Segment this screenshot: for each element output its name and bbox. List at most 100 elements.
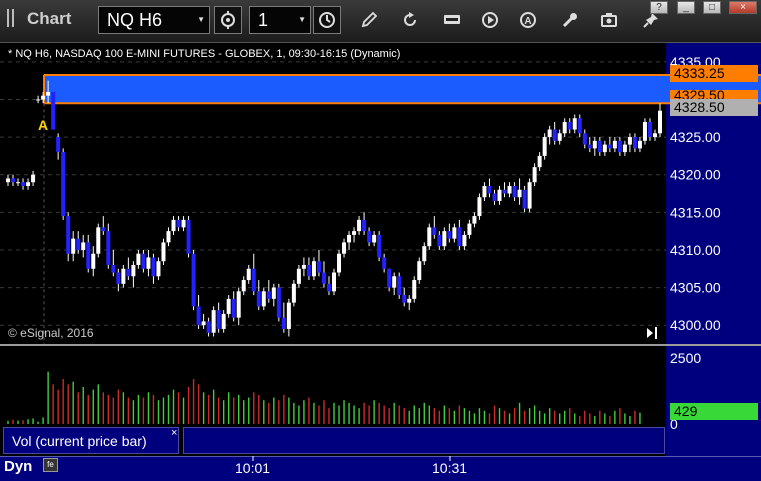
candle-body	[311, 261, 316, 277]
current-volume-label: 429	[670, 403, 758, 420]
candle-body	[276, 287, 281, 318]
candle-body	[296, 268, 301, 284]
candle-body	[562, 122, 567, 134]
candle-body	[126, 268, 131, 277]
candle-body	[402, 295, 407, 303]
candle-body	[392, 276, 397, 288]
candle-body	[427, 227, 432, 247]
candle-body	[617, 140, 622, 153]
candle-body	[512, 185, 517, 198]
candle-body	[382, 257, 387, 269]
candle-body	[407, 298, 412, 303]
candle-body	[552, 129, 557, 141]
candle-body	[71, 238, 76, 254]
candle-body	[622, 144, 627, 153]
time-tick-label: 10:31	[432, 460, 467, 476]
candle-body	[196, 306, 201, 326]
candle-body	[56, 137, 61, 153]
candle-body	[477, 197, 482, 217]
candle-body	[537, 155, 542, 168]
candle-body	[146, 257, 151, 269]
candle-body	[602, 144, 607, 153]
candle-body	[231, 298, 236, 318]
candle-body	[41, 95, 46, 100]
price-tick-label: 4305.00	[670, 280, 721, 296]
volume-tick-label: 2500	[670, 350, 701, 366]
candle-body	[131, 264, 136, 277]
candle-body	[176, 219, 181, 228]
candle-body	[532, 167, 537, 183]
candle-body	[106, 231, 111, 265]
candle-body	[647, 122, 652, 138]
candle-body	[76, 238, 81, 250]
candle-body	[111, 264, 116, 273]
candle-body	[216, 310, 221, 329]
candle-body	[367, 231, 372, 243]
price-tick-label: 4315.00	[670, 204, 721, 220]
candle-body	[206, 321, 211, 333]
copyright-text: © eSignal, 2016	[8, 326, 94, 340]
candle-body	[186, 219, 191, 254]
formula-editor-icon[interactable]: fe	[43, 458, 58, 472]
candle-body	[347, 234, 352, 243]
candle-body	[91, 253, 96, 269]
candle-body	[362, 219, 367, 232]
candle-body	[582, 133, 587, 145]
candle-body	[316, 261, 321, 273]
candle-body	[442, 231, 447, 247]
candle-body	[467, 223, 472, 235]
candle-body	[6, 178, 10, 183]
candle-body	[326, 283, 331, 292]
candle-body	[572, 118, 577, 130]
candle-body	[81, 242, 86, 250]
candle-body	[31, 174, 36, 183]
candle-body	[221, 313, 226, 329]
candle-body	[251, 268, 256, 292]
candle-body	[281, 317, 286, 329]
candle-body	[387, 268, 392, 288]
scroll-to-end-icon	[647, 328, 653, 338]
candle-body	[658, 110, 662, 134]
candle-body	[372, 234, 377, 243]
candle-body	[271, 287, 276, 299]
candle-body	[286, 302, 291, 329]
candle-body	[261, 291, 266, 307]
candle-body	[141, 253, 146, 269]
annotation-label[interactable]: A	[38, 117, 48, 133]
candle-body	[86, 242, 91, 269]
candle-body	[121, 268, 126, 284]
candle-body	[332, 272, 336, 292]
candle-body	[557, 133, 562, 141]
scroll-to-end-icon	[655, 327, 657, 339]
price-tick-label: 4320.00	[670, 167, 721, 183]
candle-body	[607, 144, 612, 149]
candle-body	[492, 193, 497, 202]
candle-body	[522, 189, 527, 209]
candle-body	[236, 291, 241, 318]
candle-body	[627, 137, 632, 145]
candle-body	[652, 133, 657, 138]
candle-body	[61, 152, 66, 217]
price-zone	[44, 74, 761, 104]
candle-body	[352, 231, 357, 235]
chart-header: * NQ H6, NASDAQ 100 E-MINI FUTURES - GLO…	[8, 48, 401, 60]
candle-body	[437, 234, 442, 247]
candle-body	[11, 178, 16, 183]
candle-body	[201, 321, 206, 326]
candle-body	[412, 280, 417, 299]
dynamic-mode-label[interactable]: Dyn	[4, 458, 32, 475]
candle-body	[447, 231, 452, 239]
candle-body	[116, 272, 121, 284]
candle-body	[462, 234, 467, 247]
candle-body	[21, 182, 26, 186]
candle-body	[567, 122, 572, 130]
candle-body	[151, 257, 156, 277]
time-tick-label: 10:01	[235, 460, 270, 476]
candle-body	[266, 291, 271, 299]
candle-body	[597, 140, 602, 153]
candle-body	[26, 182, 31, 186]
candle-body	[432, 227, 437, 235]
price-tick-label: 4325.00	[670, 129, 721, 145]
candle-body	[587, 144, 592, 149]
candle-body	[256, 291, 261, 307]
